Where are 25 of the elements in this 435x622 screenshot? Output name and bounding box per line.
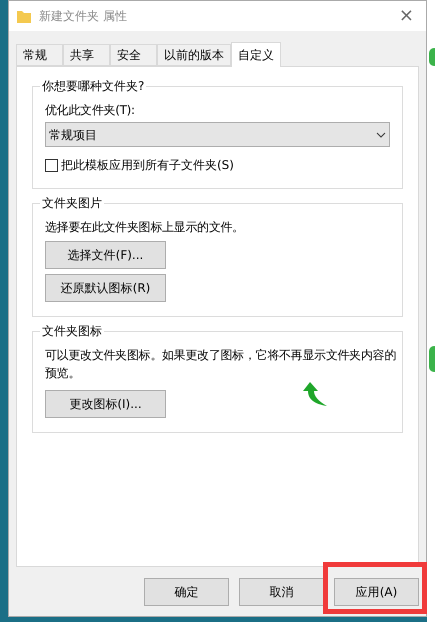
curved-arrow-icon: [302, 381, 328, 407]
folder-icon: [17, 10, 31, 22]
tab[interactable]: 共享: [63, 44, 110, 66]
description-text: 可以更改文件夹图标。如果更改了图标，它将不再显示文件夹内容的预览。: [45, 347, 398, 382]
group-title: 文件夹图标: [40, 323, 104, 339]
group-title: 你想要哪种文件夹?: [40, 78, 146, 94]
dialog-button[interactable]: 确定: [144, 578, 229, 606]
tab[interactable]: 自定义: [231, 42, 281, 67]
close-button[interactable]: ×: [398, 7, 414, 25]
dialog-button[interactable]: 还原默认图标(R): [45, 274, 166, 302]
dialog-button[interactable]: 更改图标(I)...: [45, 390, 166, 418]
tab[interactable]: 以前的版本: [157, 44, 231, 66]
window-title: 新建文件夹 属性: [39, 8, 127, 25]
checkbox-label[interactable]: 把此模板应用到所有子文件夹(S): [61, 156, 234, 174]
dialog-button[interactable]: 取消: [239, 578, 324, 606]
tab[interactable]: 常规: [16, 44, 63, 66]
chevron-down-icon: [376, 132, 386, 138]
dropdown[interactable]: 常规项目: [45, 122, 390, 147]
dialog-button[interactable]: 选择文件(F)...: [45, 241, 166, 269]
description-text: 优化此文件夹(T):: [45, 102, 136, 119]
dialog-button[interactable]: 应用(A): [334, 578, 419, 606]
group-title: 文件夹图片: [40, 195, 104, 211]
checkbox[interactable]: [45, 158, 58, 172]
tab[interactable]: 安全: [110, 44, 157, 66]
description-text: 选择要在此文件夹图标上显示的文件。: [45, 219, 245, 236]
